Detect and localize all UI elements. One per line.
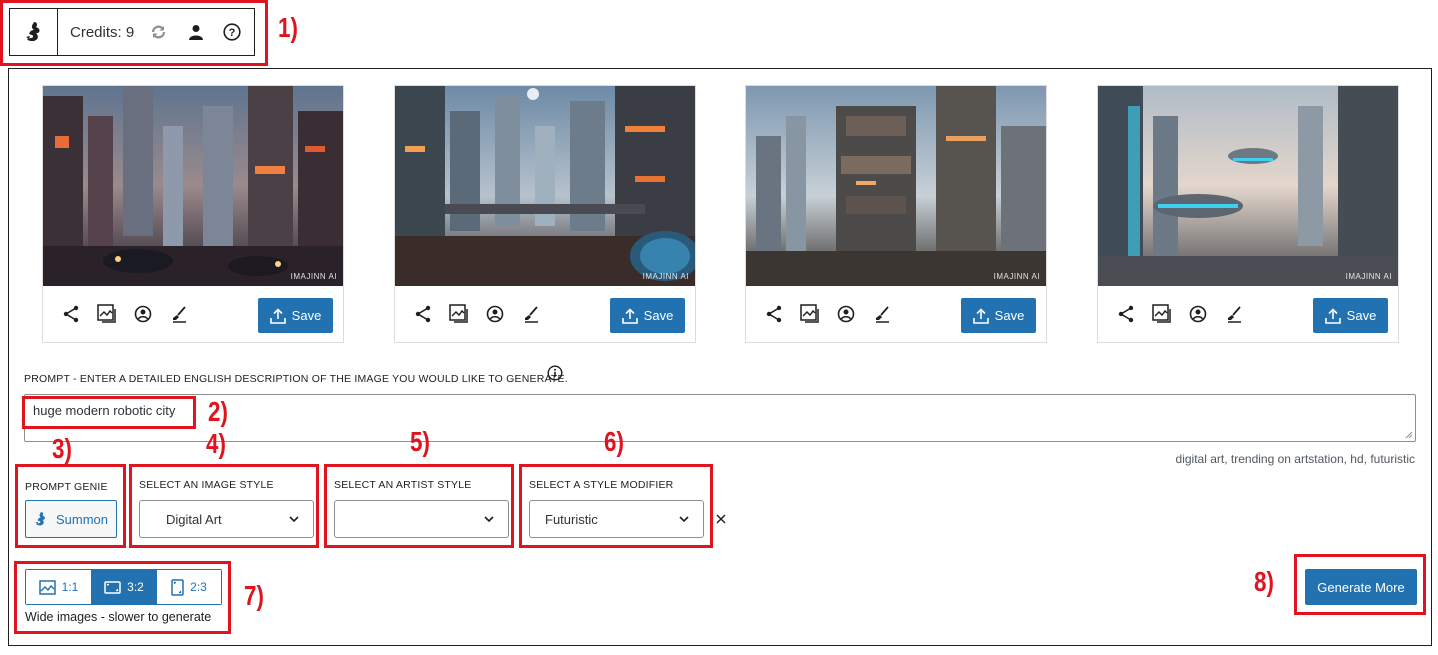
square-image-icon (38, 579, 56, 595)
upload-icon (972, 307, 989, 324)
save-label: Save (994, 308, 1025, 323)
edit-brush-icon[interactable] (521, 304, 541, 324)
prompt-label: PROMPT - ENTER A DETAILED ENGLISH DESCRI… (24, 373, 568, 385)
summon-label: Summon (55, 511, 109, 527)
aspect-ratio-group: 1:1 3:2 2:3 (25, 569, 222, 605)
refresh-icon[interactable] (148, 22, 168, 42)
svg-text:?: ? (229, 27, 236, 39)
image-actions: Save (43, 286, 343, 342)
share-icon[interactable] (61, 304, 81, 324)
account-icon[interactable] (186, 22, 206, 42)
summon-button[interactable]: Summon (25, 500, 117, 538)
image-card: IMAJINN AI Save (394, 85, 696, 343)
annotation-label-1: 1) (278, 12, 298, 43)
image-variations-icon[interactable] (800, 304, 820, 324)
image-variations-icon[interactable] (97, 304, 117, 324)
image-variations-icon[interactable] (449, 304, 469, 324)
ratio-label: 2:3 (190, 580, 207, 594)
share-icon[interactable] (764, 304, 784, 324)
face-icon[interactable] (836, 304, 856, 324)
upload-icon (1324, 307, 1341, 324)
clear-modifier-icon[interactable] (715, 513, 727, 525)
image-watermark: IMAJINN AI (290, 272, 337, 281)
generated-image[interactable] (1098, 86, 1398, 286)
image-variations-icon[interactable] (1152, 304, 1172, 324)
help-icon[interactable]: ? (222, 22, 242, 42)
save-label: Save (643, 308, 674, 323)
prompt-input[interactable]: huge modern robotic city (24, 394, 1416, 442)
style-modifier-select[interactable]: Futuristic (529, 500, 704, 538)
genie-logo-icon (25, 22, 39, 42)
prompt-suffix: digital art, trending on artstation, hd,… (1175, 452, 1415, 466)
image-watermark: IMAJINN AI (993, 272, 1040, 281)
edit-brush-icon[interactable] (872, 304, 892, 324)
edit-brush-icon[interactable] (169, 304, 189, 324)
image-actions: Save (1098, 286, 1398, 342)
image-style-label: SELECT AN IMAGE STYLE (139, 479, 274, 491)
edit-brush-icon[interactable] (1224, 304, 1244, 324)
ratio-1-1-button[interactable]: 1:1 (26, 570, 91, 604)
style-modifier-value: Futuristic (545, 511, 598, 527)
image-style-value: Digital Art (166, 511, 222, 527)
annotation-label-5: 5) (410, 426, 430, 457)
save-button[interactable]: Save (1313, 298, 1388, 333)
image-card: IMAJINN AI Save (1097, 85, 1399, 343)
credits-count: Credits: 9 (70, 23, 135, 41)
share-icon[interactable] (1116, 304, 1136, 324)
generator-panel: IMAJINN AI Save IMAJINN AI Save IMAJINN … (8, 68, 1432, 646)
image-style-select[interactable]: Digital Art (139, 500, 314, 538)
image-actions: Save (746, 286, 1046, 342)
tall-image-icon (171, 578, 184, 596)
save-button[interactable]: Save (258, 298, 333, 333)
face-icon[interactable] (133, 304, 153, 324)
image-card: IMAJINN AI Save (42, 85, 344, 343)
image-card: IMAJINN AI Save (745, 85, 1047, 343)
wide-image-icon (104, 580, 121, 594)
genie-icon (35, 512, 45, 526)
upload-icon (621, 307, 638, 324)
save-button[interactable]: Save (610, 298, 685, 333)
image-watermark: IMAJINN AI (1345, 272, 1392, 281)
generated-image[interactable] (395, 86, 695, 286)
ratio-2-3-button[interactable]: 2:3 (156, 570, 221, 604)
resize-grip-icon[interactable] (1405, 431, 1413, 439)
save-label: Save (1346, 308, 1377, 323)
annotation-label-4: 4) (206, 428, 226, 459)
ratio-label: 3:2 (127, 580, 144, 594)
ratio-note: Wide images - slower to generate (25, 610, 212, 624)
chevron-down-icon (679, 516, 689, 523)
annotation-label-2: 2) (208, 396, 228, 427)
upload-icon (269, 307, 286, 324)
generated-image[interactable] (43, 86, 343, 286)
chevron-down-icon (289, 516, 299, 523)
artist-style-label: SELECT AN ARTIST STYLE (334, 479, 472, 491)
ratio-3-2-button[interactable]: 3:2 (91, 570, 156, 604)
imajinn-toolbar: Credits: 9 ? (9, 8, 255, 56)
genie-logo-button[interactable] (10, 9, 58, 55)
save-label: Save (291, 308, 322, 323)
prompt-value: huge modern robotic city (33, 403, 176, 418)
prompt-genie-label: PROMPT GENIE (25, 481, 108, 493)
annotation-label-6: 6) (604, 426, 624, 457)
chevron-down-icon (484, 516, 494, 523)
share-icon[interactable] (413, 304, 433, 324)
image-actions: Save (395, 286, 695, 342)
annotation-label-8: 8) (1254, 566, 1274, 597)
save-button[interactable]: Save (961, 298, 1036, 333)
annotation-label-7: 7) (244, 580, 264, 611)
generate-more-button[interactable]: Generate More (1305, 569, 1417, 605)
artist-style-select[interactable] (334, 500, 509, 538)
annotation-label-3: 3) (52, 433, 72, 464)
face-icon[interactable] (1188, 304, 1208, 324)
info-icon[interactable] (547, 365, 563, 381)
style-modifier-label: SELECT A STYLE MODIFIER (529, 479, 674, 491)
generated-image[interactable] (746, 86, 1046, 286)
face-icon[interactable] (485, 304, 505, 324)
ratio-label: 1:1 (61, 580, 79, 594)
image-watermark: IMAJINN AI (642, 272, 689, 281)
